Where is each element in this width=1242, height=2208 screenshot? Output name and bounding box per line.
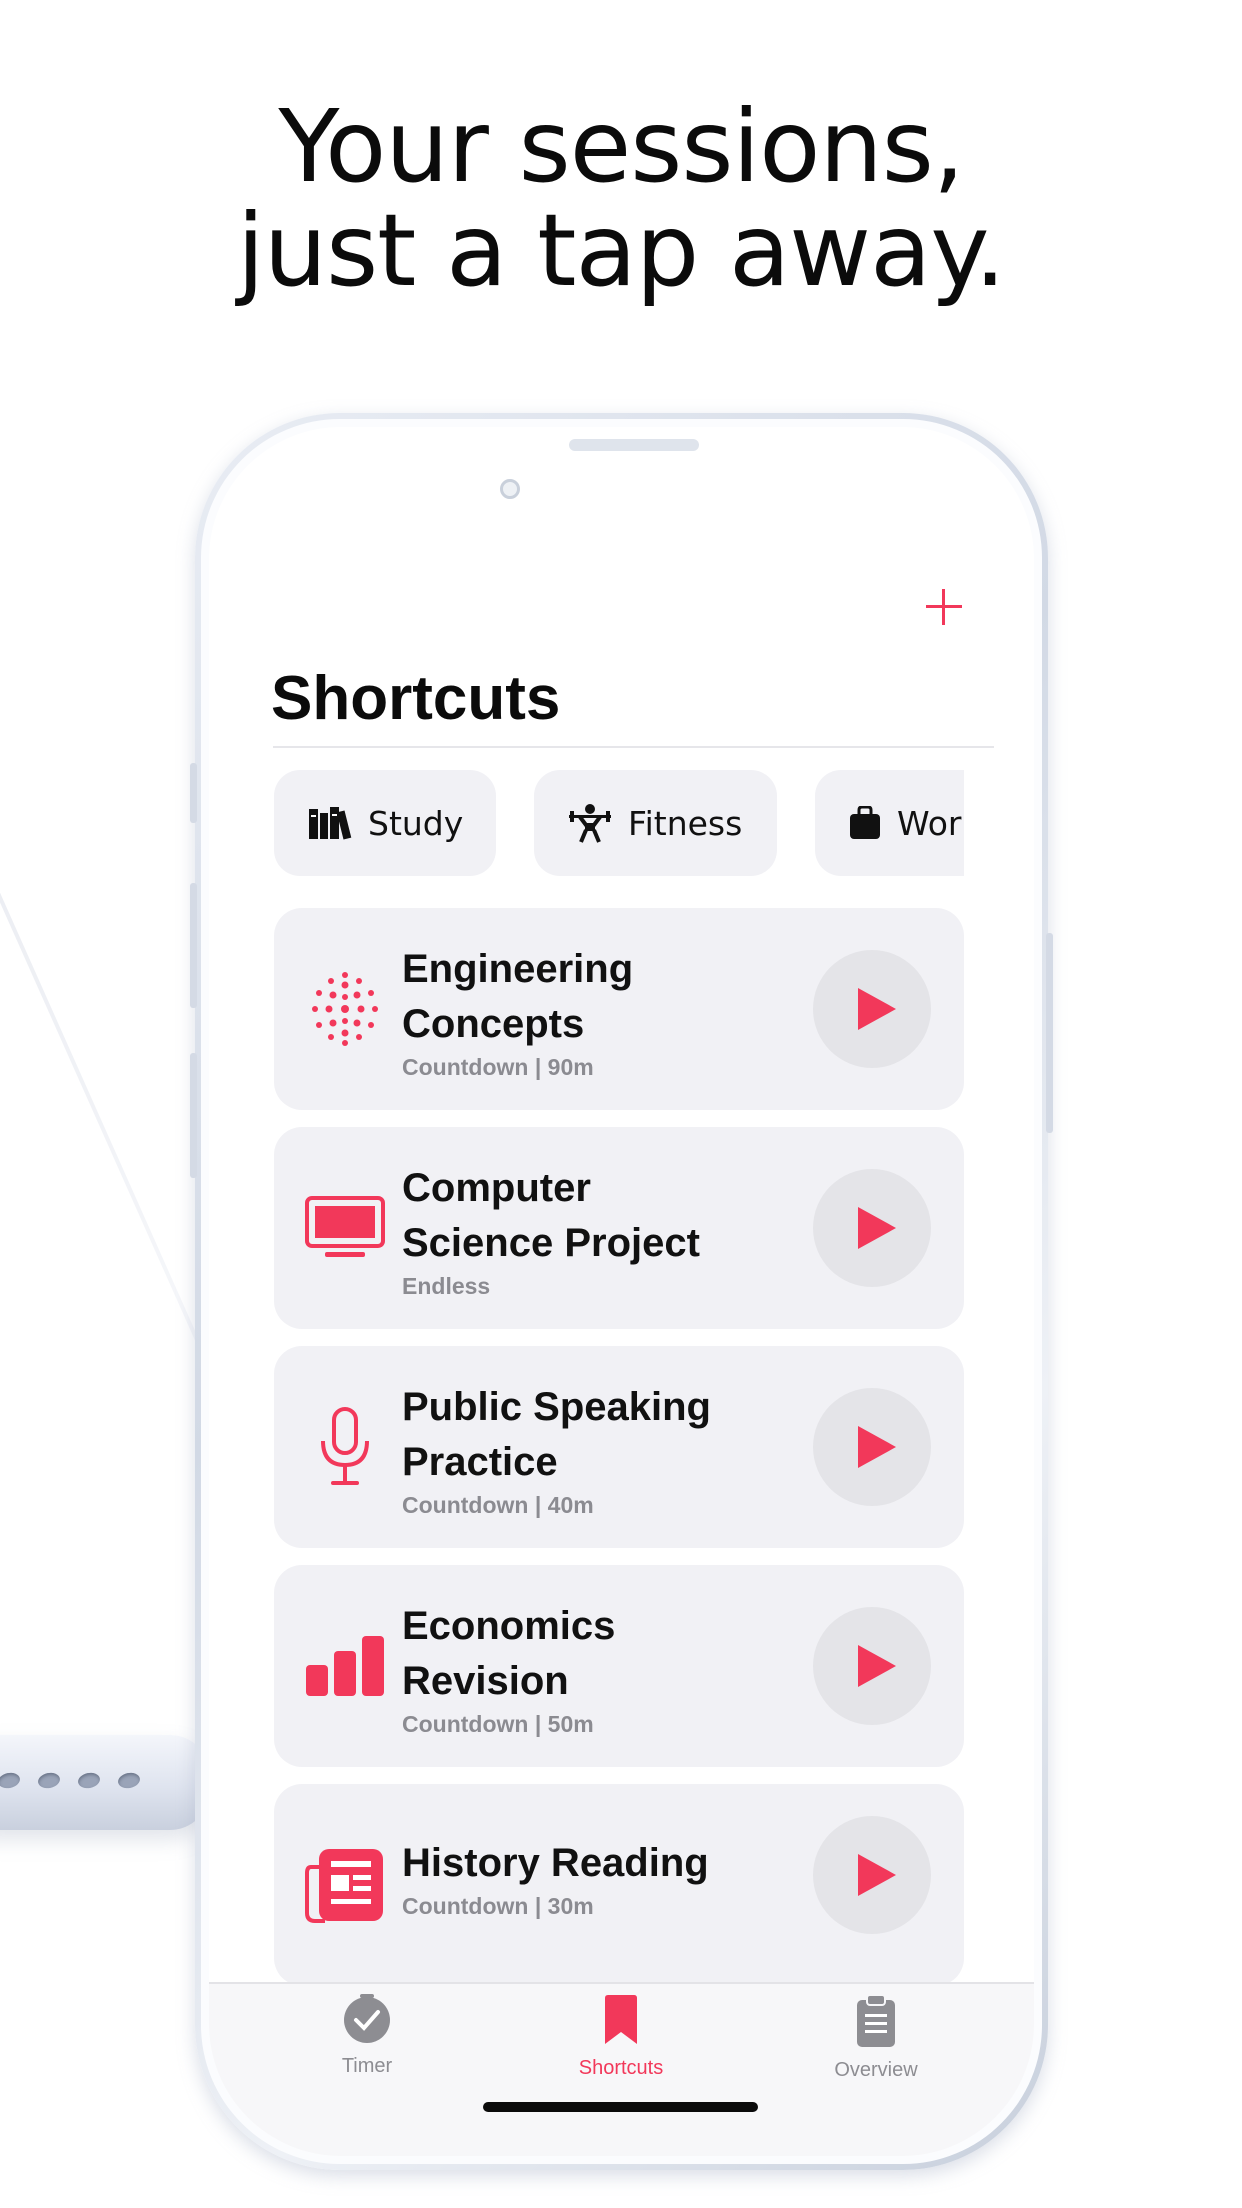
volume-down-button	[190, 1053, 197, 1178]
shortcut-text: Economics Revision Countdown | 50m	[402, 1599, 802, 1739]
category-filter-bar: Study Fitness Wor	[274, 770, 964, 878]
play-button[interactable]	[813, 950, 931, 1068]
front-camera	[500, 479, 520, 499]
headline-line-1: Your sessions,	[278, 88, 964, 205]
shortcut-title: Science Project	[402, 1221, 700, 1265]
shortcut-card[interactable]: History Reading Countdown | 30m	[274, 1784, 964, 1986]
shortcut-title: Computer	[402, 1166, 591, 1210]
display-icon	[304, 1127, 386, 1329]
mute-switch	[190, 763, 197, 823]
play-icon	[858, 988, 896, 1030]
shortcut-card[interactable]: Economics Revision Countdown | 50m	[274, 1565, 964, 1767]
tab-label: Overview	[834, 2059, 918, 2081]
shortcut-text: Engineering Concepts Countdown | 90m	[402, 942, 802, 1082]
play-button[interactable]	[813, 1169, 931, 1287]
shortcut-text: History Reading Countdown | 30m	[402, 1836, 802, 1921]
category-chip-label: Fitness	[628, 803, 743, 843]
volume-up-button	[190, 883, 197, 1008]
marketing-headline: Your sessions, just a tap away.	[0, 95, 1242, 303]
clipboard-icon	[857, 1994, 895, 2047]
category-chip-label: Wor	[897, 803, 962, 843]
background-decoration-line	[0, 878, 222, 1392]
play-icon	[858, 1645, 896, 1687]
shortcut-title: Practice	[402, 1440, 558, 1484]
shortcut-title: Engineering	[402, 947, 634, 991]
earpiece-speaker	[569, 439, 699, 451]
shortcut-card[interactable]: Public Speaking Practice Countdown | 40m	[274, 1346, 964, 1548]
shortcut-title: Revision	[402, 1659, 569, 1703]
clock-check-icon	[344, 1994, 390, 2043]
shortcut-text: Public Speaking Practice Countdown | 40m	[402, 1380, 802, 1520]
page-title: Shortcuts	[271, 664, 561, 733]
title-divider	[273, 746, 994, 748]
category-chip-fitness[interactable]: Fitness	[534, 770, 777, 876]
tab-shortcuts[interactable]: Shortcuts	[521, 1994, 721, 2080]
headline-line-2: just a tap away.	[236, 192, 1006, 309]
bookmark-icon	[605, 1995, 637, 2044]
shortcut-card[interactable]: Computer Science Project Endless	[274, 1127, 964, 1329]
category-chip-label: Study	[368, 803, 464, 843]
bar-chart-icon	[304, 1565, 386, 1767]
dots-sphere-icon	[304, 908, 386, 1110]
phone-frame: Shortcuts Study Fitness Wor Engineering …	[190, 413, 1053, 2170]
band-hole	[0, 1770, 22, 1791]
books-icon	[309, 807, 352, 840]
shortcut-subtitle: Countdown | 90m	[402, 1054, 594, 1080]
category-chip-study[interactable]: Study	[274, 770, 496, 876]
power-button	[1046, 933, 1053, 1133]
band-hole	[36, 1770, 62, 1791]
band-hole	[76, 1770, 102, 1791]
shortcut-title: Economics	[402, 1604, 616, 1648]
shortcut-title: Concepts	[402, 1002, 585, 1046]
tab-overview[interactable]: Overview	[776, 1994, 976, 2082]
tab-timer[interactable]: Timer	[267, 1994, 467, 2078]
play-icon	[858, 1207, 896, 1249]
tab-label: Shortcuts	[578, 2057, 664, 2079]
home-indicator[interactable]	[483, 2102, 758, 2112]
shortcut-title: History Reading	[402, 1841, 709, 1885]
add-shortcut-button[interactable]	[922, 585, 966, 629]
microphone-icon	[304, 1346, 386, 1548]
category-chip-work[interactable]: Wor	[815, 770, 964, 876]
weightlifting-icon	[569, 804, 611, 843]
play-icon	[858, 1426, 896, 1468]
shortcut-subtitle: Countdown | 30m	[402, 1893, 594, 1919]
band-hole	[116, 1770, 142, 1791]
play-button[interactable]	[813, 1607, 931, 1725]
shortcut-title: Public Speaking	[402, 1385, 711, 1429]
shortcut-subtitle: Countdown | 50m	[402, 1711, 594, 1737]
newspaper-icon	[304, 1784, 386, 1986]
watch-band-decoration	[0, 1735, 210, 1830]
tab-label: Timer	[341, 2055, 393, 2077]
play-icon	[858, 1854, 896, 1896]
shortcut-text: Computer Science Project Endless	[402, 1161, 802, 1301]
briefcase-icon	[850, 806, 880, 839]
tab-bar: Timer Shortcuts Overview	[209, 1982, 1034, 2156]
shortcut-subtitle: Countdown | 40m	[402, 1492, 594, 1518]
play-button[interactable]	[813, 1816, 931, 1934]
play-button[interactable]	[813, 1388, 931, 1506]
app-screen: Shortcuts Study Fitness Wor Engineering …	[209, 427, 1034, 2156]
shortcut-card[interactable]: Engineering Concepts Countdown | 90m	[274, 908, 964, 1110]
shortcut-subtitle: Endless	[402, 1273, 491, 1299]
